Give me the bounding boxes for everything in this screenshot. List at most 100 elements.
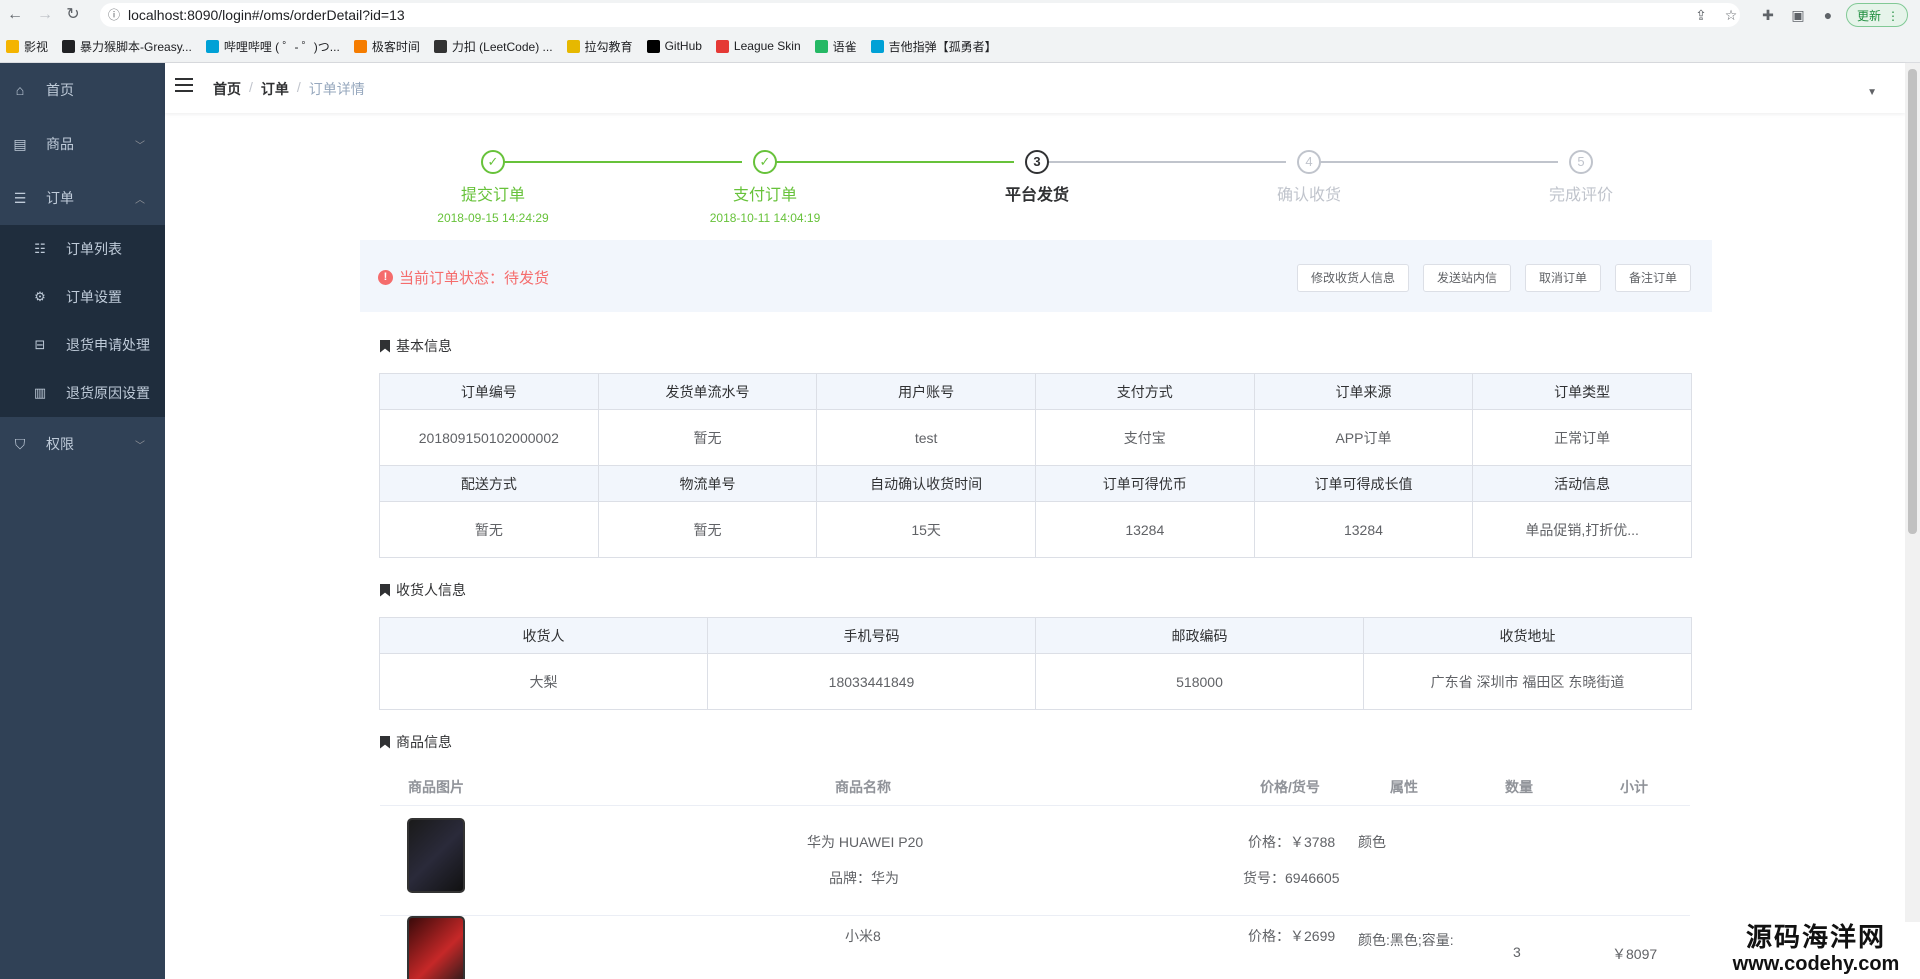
section-title-text: 基本信息 (396, 338, 452, 354)
product-price: 价格：￥3788 (1248, 834, 1336, 850)
bookmark-item[interactable]: GitHub (646, 39, 702, 53)
bookmark-favicon-icon (715, 39, 729, 53)
edit-receiver-button[interactable]: 修改收货人信息 (1297, 264, 1409, 292)
step-connector (766, 161, 1014, 163)
bookmark-item[interactable]: 暴力猴脚本-Greasy... (62, 38, 192, 55)
step-time: 2018-09-15 14:24:29 (437, 211, 549, 225)
bookmark-item[interactable]: 力扣 (LeetCode) ... (433, 38, 553, 55)
bookmark-item[interactable]: 拉勾教育 (566, 38, 633, 55)
step-item: 3 平台发货 (937, 150, 1137, 211)
product-attr: 颜色 (1358, 834, 1386, 850)
bookmark-item[interactable]: 极客时间 (353, 38, 420, 55)
product-name: 华为 HUAWEI P20 (807, 834, 924, 850)
info-icon[interactable]: ⓘ (108, 3, 120, 27)
sidebar-item-goods[interactable]: ▤ 商品 ﹀ (0, 117, 165, 171)
cancel-order-button[interactable]: 取消订单 (1525, 264, 1601, 292)
step-number: 4 (1297, 150, 1321, 174)
column-header: 数量 (1505, 779, 1533, 795)
bookmark-icon (380, 339, 390, 353)
table-cell: 单品促销,打折优... (1472, 501, 1692, 558)
table-header-cell: 订单来源 (1253, 373, 1474, 410)
sidebar-item-label: 订单设置 (66, 289, 122, 305)
sidebar-item-permission[interactable]: ⛉ 权限 ﹀ (0, 417, 165, 471)
product-price: 价格：￥2699 (1248, 928, 1336, 944)
table-header-cell: 自动确认收货时间 (816, 465, 1036, 502)
scroll-thumb[interactable] (1908, 69, 1917, 534)
watermark-en: www.codehy.com (1732, 953, 1900, 975)
bookmark-label: League Skin (733, 39, 801, 53)
remark-order-button[interactable]: 备注订单 (1615, 264, 1691, 292)
step-number: 3 (1025, 150, 1049, 174)
share-icon[interactable]: ⇪ (1690, 4, 1712, 26)
chevron-up-icon: ︿ (135, 194, 145, 206)
bookmark-item[interactable]: League Skin (715, 39, 801, 53)
star-icon[interactable]: ☆ (1720, 4, 1742, 26)
sidebar-item-return-reason[interactable]: ▥ 退货原因设置 (0, 369, 165, 417)
product-subtotal: ￥8097 (1612, 946, 1658, 962)
check-icon: ✓ (481, 150, 505, 174)
bookmark-label: 吉他指弹【孤勇者】 (888, 39, 997, 54)
sidebar-item-label: 订单列表 (66, 241, 122, 257)
back-icon[interactable]: ← (4, 4, 26, 26)
order-steps: ✓ 提交订单 2018-09-15 14:24:29 ✓ 支付订单 2018-10-11 … (380, 150, 1720, 225)
bookmark-label: 哔哩哔哩 ( ゜- ゜)つ... (223, 39, 340, 54)
send-message-button[interactable]: 发送站内信 (1423, 264, 1511, 292)
forward-icon[interactable]: → (34, 4, 56, 26)
sidebar-item-order-list[interactable]: ☷ 订单列表 (0, 225, 165, 273)
chevron-down-icon: ﹀ (135, 140, 145, 152)
sidebar-item-return-apply[interactable]: ⊟ 退货申请处理 (0, 321, 165, 369)
address-bar[interactable]: ⓘ localhost:8090/login#/oms/orderDetail?… (100, 3, 1740, 27)
step-number: 5 (1569, 150, 1593, 174)
update-button[interactable]: 更新 ⋮ (1846, 3, 1908, 27)
caret-down-icon[interactable]: ▼ (1867, 87, 1877, 98)
reload-icon[interactable]: ↻ (62, 4, 84, 26)
list-icon: ☷ (34, 241, 46, 256)
table-row: 小米8 价格：￥2699 颜色:黑色;容量: 3 ￥8097 (380, 915, 1690, 979)
section-title-text: 商品信息 (396, 734, 452, 750)
breadcrumb-order[interactable]: 订单 (261, 79, 289, 99)
order-status: ! 当前订单状态：待发货 (378, 267, 549, 288)
step-title: 完成评价 (1548, 187, 1613, 204)
check-icon: ✓ (753, 150, 777, 174)
bookmark-favicon-icon (62, 39, 76, 53)
sidebar: ⌂ 首页 ▤ 商品 ﹀ ☰ 订单 ︿ ☷ 订单列表 ⚙ 订单设置 ⊟ 退货申请处… (0, 63, 165, 979)
receiver-info-title: 收货人信息 (380, 580, 466, 600)
sidebar-item-order-setting[interactable]: ⚙ 订单设置 (0, 273, 165, 321)
bookmark-favicon-icon (566, 39, 580, 53)
table-cell: 13284 (1034, 501, 1255, 558)
breadcrumb-separator: / (296, 79, 301, 95)
profile-icon[interactable]: ● (1817, 4, 1839, 26)
table-cell: 15天 (816, 501, 1036, 558)
bookmark-item[interactable]: 吉他指弹【孤勇者】 (870, 38, 997, 55)
breadcrumb-separator: / (249, 79, 253, 95)
hamburger-icon[interactable] (175, 78, 195, 94)
table-header-cell: 手机号码 (707, 617, 1036, 654)
sidebar-item-label: 退货申请处理 (66, 337, 150, 353)
bookmark-item[interactable]: 哔哩哔哩 ( ゜- ゜)つ... (205, 38, 340, 55)
table-header-cell: 支付方式 (1034, 373, 1255, 410)
table-cell: 支付宝 (1034, 409, 1255, 466)
reason-icon: ▥ (33, 385, 47, 400)
goods-icon: ▤ (13, 136, 27, 152)
table-header-cell: 发货单流水号 (597, 373, 818, 410)
sidebar-item-home[interactable]: ⌂ 首页 (0, 63, 165, 117)
bookmark-item[interactable]: 影视 (6, 38, 48, 55)
bookmark-item[interactable]: 语雀 (814, 38, 857, 55)
sidepanel-icon[interactable]: ▣ (1787, 4, 1809, 26)
sidebar-item-label: 订单 (46, 190, 74, 206)
table-header-cell: 订单可得优币 (1034, 465, 1255, 502)
home-icon: ⌂ (15, 82, 25, 98)
product-attr: 颜色:黑色;容量: (1358, 932, 1454, 948)
extensions-icon[interactable]: ✚ (1757, 4, 1779, 26)
sidebar-item-order[interactable]: ☰ 订单 ︿ (0, 171, 165, 225)
table-header-cell: 配送方式 (379, 465, 599, 502)
order-status-text: 当前订单状态：待发货 (399, 270, 550, 287)
table-cell: 518000 (1035, 653, 1364, 710)
step-connector (1038, 161, 1286, 163)
section-title-text: 收货人信息 (396, 582, 466, 598)
goods-table-header: 商品图片 商品名称 价格/货号 属性 数量 小计 (380, 765, 1690, 805)
breadcrumb-home[interactable]: 首页 (213, 79, 241, 99)
page-scrollbar[interactable] (1905, 63, 1920, 979)
product-name: 小米8 (845, 928, 881, 944)
avatar[interactable] (1833, 71, 1863, 101)
